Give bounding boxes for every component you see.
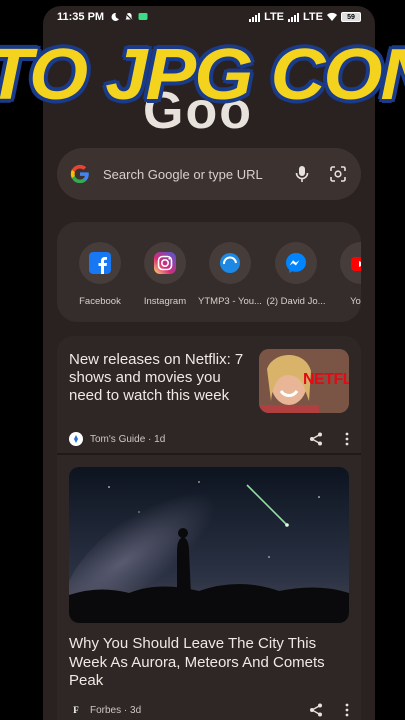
search-bar[interactable]: Search Google or type URL (57, 148, 361, 200)
network-label-2: LTE (303, 11, 323, 23)
moon-icon (111, 12, 120, 21)
thumbnail-netflix-text: NETFL (303, 371, 349, 388)
forbes-logo-icon: F (73, 705, 79, 715)
article-actions-2 (309, 703, 349, 717)
article-actions (309, 432, 349, 446)
shortcut-youtube-circle (340, 242, 361, 284)
shortcut-facebook-circle (79, 242, 121, 284)
battery-icon: 59 (341, 12, 361, 22)
google-g-icon (70, 164, 89, 184)
shortcut-ytmp3-circle (209, 242, 251, 284)
message-icon (138, 13, 148, 20)
shortcut-label: Facebook (79, 296, 121, 307)
article-image[interactable] (69, 467, 349, 623)
shortcut-facebook[interactable]: Facebook (67, 242, 133, 307)
signal-icon-2 (288, 12, 300, 22)
bell-off-icon (124, 12, 134, 22)
shortcuts-card: Facebook Instagram YTMP3 - You... (2) Da… (57, 222, 361, 322)
share-icon[interactable] (309, 703, 323, 717)
shortcut-instagram-circle (144, 242, 186, 284)
discover-feed: New releases on Netflix: 7 shows and mov… (57, 336, 361, 720)
more-vert-icon[interactable] (345, 703, 349, 717)
mic-icon[interactable] (291, 163, 313, 185)
article-title[interactable]: New releases on Netflix: 7 shows and mov… (69, 351, 249, 405)
shortcut-messenger-circle (275, 242, 317, 284)
lens-camera-icon[interactable] (327, 163, 349, 185)
status-right: LTE LTE 59 (249, 11, 361, 23)
shortcut-label: (2) David Jo... (266, 296, 326, 307)
article-thumbnail[interactable]: NETFL (259, 349, 349, 413)
more-vert-icon[interactable] (345, 432, 349, 446)
shortcut-label: YouT (350, 296, 361, 307)
article-source: Tom's Guide · 1d (90, 433, 166, 445)
search-input[interactable]: Search Google or type URL (103, 167, 277, 182)
shortcut-instagram[interactable]: Instagram (132, 242, 198, 307)
youtube-icon (351, 257, 361, 271)
instagram-icon (154, 252, 176, 274)
shortcut-messenger[interactable]: (2) David Jo... (263, 242, 329, 307)
article-source-row: Tom's Guide · 1d (69, 429, 349, 449)
shortcut-label: YTMP3 - You... (198, 296, 262, 307)
status-notification-icons (110, 12, 148, 22)
status-bar: 11:35 PM LTE LTE 59 (43, 6, 375, 28)
share-icon[interactable] (309, 432, 323, 446)
status-time: 11:35 PM (57, 11, 105, 23)
ytmp3-icon (220, 253, 240, 273)
article-source-2: Forbes · 3d (90, 704, 142, 716)
shortcut-label: Instagram (143, 296, 187, 307)
feed-divider (57, 453, 361, 455)
night-sky-image (69, 467, 349, 623)
article-title-2[interactable]: Why You Should Leave The City This Week … (69, 635, 349, 691)
messenger-icon (286, 253, 306, 273)
network-label-1: LTE (264, 11, 285, 23)
article-source-row-2: F Forbes · 3d (69, 700, 349, 720)
wifi-icon (327, 12, 337, 21)
toms-guide-logo-icon (69, 432, 83, 446)
signal-icon (249, 12, 261, 22)
facebook-icon (89, 252, 111, 274)
shortcut-youtube[interactable]: YouT (328, 242, 361, 307)
shortcut-ytmp3[interactable]: YTMP3 - You... (197, 242, 263, 307)
overlay-banner: TO JPG CONV (0, 34, 405, 115)
